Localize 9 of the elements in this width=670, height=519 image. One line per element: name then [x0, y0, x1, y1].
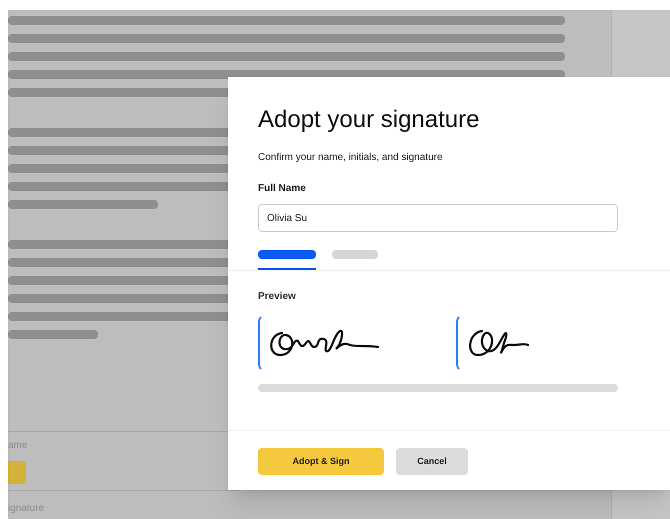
- dialog-title: Adopt your signature: [258, 105, 480, 135]
- field-label: Full Name: [258, 182, 306, 196]
- tab[interactable]: [258, 250, 316, 270]
- sign-tag: [8, 461, 26, 484]
- cancel-button[interactable]: Cancel: [396, 448, 468, 475]
- preview-label: Preview: [258, 290, 296, 304]
- dialog-subtitle: Confirm your name, initials, and signature: [258, 151, 443, 165]
- adopt-sign-button[interactable]: Adopt & Sign: [258, 448, 384, 475]
- full-name-field[interactable]: Olivia Su: [258, 204, 618, 232]
